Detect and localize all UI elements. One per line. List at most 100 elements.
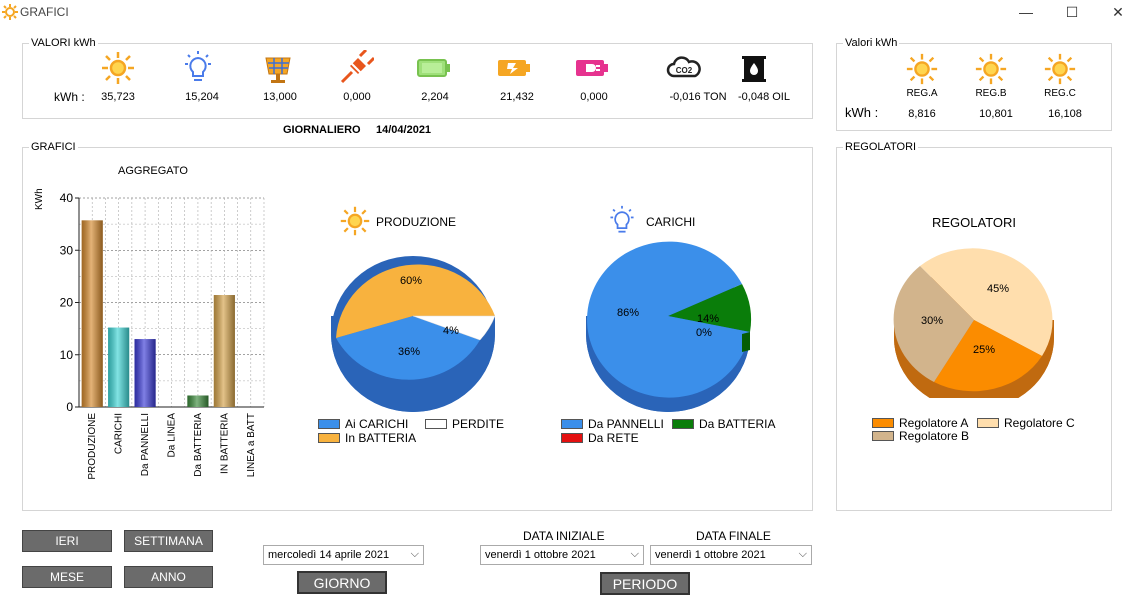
legend-reg-a: Regolatore A xyxy=(899,416,969,430)
ieri-button[interactable]: IERI xyxy=(22,530,112,552)
title-bar: GRAFICI — ☐ ✕ xyxy=(0,0,1135,24)
produzione-label-1: 36% xyxy=(398,346,420,358)
bulb-icon xyxy=(185,51,211,81)
sun-icon xyxy=(102,52,134,84)
legend-in-batteria: In BATTERIA xyxy=(345,431,417,445)
value-carichi: 15,204 xyxy=(185,91,219,103)
bar-chart: 40 30 20 10 0 PRODUZIONE CARICHI Da PANNELLI Da… xyxy=(60,191,265,480)
bar-chart-title: AGGREGATO xyxy=(118,165,188,177)
bar-x-label-3: Da LINEA xyxy=(167,413,178,458)
reg-b-sun-icon xyxy=(975,53,1007,85)
carichi-pie: 86% 14% 0% xyxy=(586,241,752,412)
solar-panel-icon xyxy=(265,57,291,83)
bar-shade-0 xyxy=(81,220,103,407)
legend-swatch-rete xyxy=(561,433,583,443)
grafici-title: GRAFICI xyxy=(29,141,78,153)
value-pannelli: 13,000 xyxy=(263,91,297,103)
bar-chart-ylabel: KWh xyxy=(34,188,45,210)
carichi-title: CARICHI xyxy=(646,215,696,229)
valori-reg-title: Valori kWh xyxy=(843,37,900,49)
reg-c-value: 16,108 xyxy=(1048,108,1082,120)
chevron-down-icon: ⌵ xyxy=(630,548,639,560)
kwh-unit-label: kWh : xyxy=(54,90,85,104)
battery-charging-icon xyxy=(498,60,530,76)
app-sun-icon xyxy=(2,4,18,20)
giorno-button[interactable]: GIORNO xyxy=(297,571,387,594)
bar-x-label-2: Da PANNELLI xyxy=(140,413,151,476)
period-date: 14/04/2021 xyxy=(376,124,432,136)
bar-shade-2 xyxy=(134,339,156,407)
close-button[interactable]: ✕ xyxy=(1095,0,1135,24)
bar-shade-4 xyxy=(187,395,209,407)
regolatori-label-0: 45% xyxy=(987,283,1009,295)
chevron-down-icon: ⌵ xyxy=(410,548,419,560)
legend-swatch-reg-a xyxy=(872,418,894,428)
legend-swatch-perdite xyxy=(425,419,447,429)
data-iniziale-label: DATA INIZIALE xyxy=(523,529,605,543)
legend-da-batteria: Da BATTERIA xyxy=(699,417,776,431)
battery-plug-icon xyxy=(576,60,608,76)
battery-full-icon xyxy=(417,59,450,77)
data-finale-value: venerdì 1 ottobre 2021 xyxy=(655,549,766,561)
value-co2: -0,016 TON xyxy=(669,91,727,103)
plug-icon xyxy=(340,50,374,84)
periodo-button[interactable]: PERIODO xyxy=(600,572,690,595)
data-finale-label: DATA FINALE xyxy=(696,529,771,543)
oil-barrel-icon xyxy=(742,56,766,82)
bar-y-tick-label: 10 xyxy=(60,348,74,362)
mese-button[interactable]: MESE xyxy=(22,566,112,588)
data-iniziale-value: venerdì 1 ottobre 2021 xyxy=(485,549,596,561)
regolatori-pie: 45% 30% 25% xyxy=(893,248,1054,398)
reg-b-value: 10,801 xyxy=(979,108,1013,120)
co2-cloud-icon: CO2 xyxy=(666,56,701,78)
produzione-title: PRODUZIONE xyxy=(376,215,457,229)
carichi-label-0: 86% xyxy=(617,307,639,319)
bar-x-label-1: CARICHI xyxy=(114,413,125,454)
settimana-button[interactable]: SETTIMANA xyxy=(124,530,213,552)
reg-b-label: REG.B xyxy=(975,88,1007,99)
bar-y-tick-label: 30 xyxy=(60,243,74,257)
reg-a-sun-icon xyxy=(906,53,938,85)
bar-y-tick-label: 0 xyxy=(66,400,73,414)
regolatori-title: REGOLATORI xyxy=(932,215,1017,230)
value-in-batteria: 21,432 xyxy=(500,91,534,103)
bar-x-label-6: LINEA a BATT xyxy=(246,413,257,477)
giorno-date-value: mercoledì 14 aprile 2021 xyxy=(268,549,390,561)
reg-a-value: 8,816 xyxy=(908,108,936,120)
reg-c-label: REG.C xyxy=(1044,88,1076,99)
legend-da-pannelli: Da PANNELLI xyxy=(588,417,664,431)
anno-button[interactable]: ANNO xyxy=(124,566,213,588)
reg-kwh-label: kWh : xyxy=(845,105,879,120)
minimize-button[interactable]: — xyxy=(1003,0,1049,24)
regolatori-label-1: 30% xyxy=(921,315,943,327)
carichi-bulb-icon xyxy=(610,205,634,233)
reg-c-sun-icon xyxy=(1044,53,1076,85)
produzione-label-2: 4% xyxy=(443,325,459,337)
chevron-down-icon: ⌵ xyxy=(798,548,807,560)
data-iniziale-picker[interactable]: venerdì 1 ottobre 2021 ⌵ xyxy=(480,545,644,565)
reg-a-label: REG.A xyxy=(906,88,938,99)
legend-reg-b: Regolatore B xyxy=(899,429,970,443)
legend-reg-c: Regolatore C xyxy=(1004,416,1075,430)
value-produzione: 35,723 xyxy=(101,91,135,103)
valori-title: VALORI kWh xyxy=(29,37,98,49)
bar-x-label-5: IN BATTERIA xyxy=(219,413,230,474)
value-linea: 0,000 xyxy=(343,91,371,103)
produzione-sun-icon xyxy=(340,206,370,236)
bar-y-tick-label: 40 xyxy=(60,191,74,205)
bar-x-label-0: PRODUZIONE xyxy=(87,413,98,480)
bar-y-tick-label: 20 xyxy=(60,296,74,310)
legend-swatch-batteria xyxy=(318,433,340,443)
legend-ai-carichi: Ai CARICHI xyxy=(345,417,409,431)
carichi-label-2: 0% xyxy=(696,327,712,339)
data-finale-picker[interactable]: venerdì 1 ottobre 2021 ⌵ xyxy=(650,545,812,565)
legend-swatch-reg-b xyxy=(872,431,894,441)
produzione-pie: 60% 36% 4% xyxy=(331,256,496,412)
period-label: GIORNALIERO xyxy=(283,124,361,136)
legend-swatch-da-batteria xyxy=(672,419,694,429)
giorno-date-picker[interactable]: mercoledì 14 aprile 2021 ⌵ xyxy=(263,545,424,565)
legend-swatch-carichi xyxy=(318,419,340,429)
maximize-button[interactable]: ☐ xyxy=(1049,0,1095,24)
bar-shade-5 xyxy=(213,295,235,407)
value-oil: -0,048 OIL xyxy=(738,91,790,103)
